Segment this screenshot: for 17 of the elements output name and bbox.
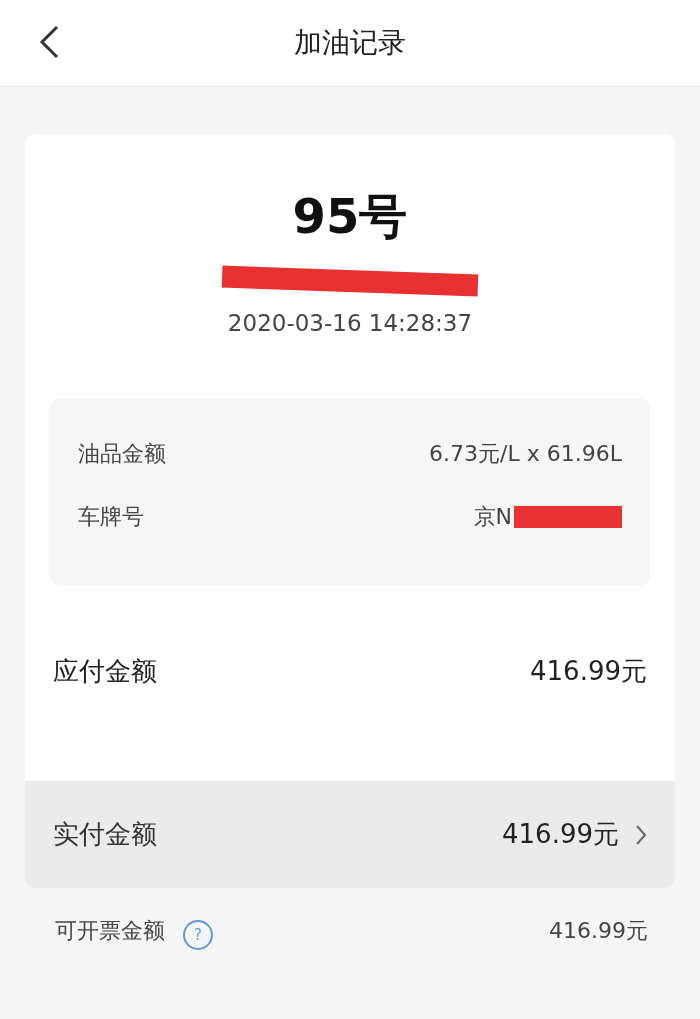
- detail-value: 6.73元/L x 61.96L: [429, 439, 622, 468]
- payable-label: 应付金额: [53, 654, 157, 688]
- paid-label: 实付金额: [53, 818, 157, 851]
- detail-label: 油品金额: [78, 439, 166, 468]
- back-icon: [38, 24, 60, 60]
- timestamp: 2020-03-16 14:28:37: [227, 310, 473, 336]
- detail-value: 京N: [473, 502, 512, 531]
- detail-label: 车牌号: [78, 502, 144, 531]
- payable-amount: 416.99元: [530, 654, 647, 688]
- invoice-label: 可开票金额: [55, 917, 165, 945]
- invoice-amount: 416.99元: [549, 917, 648, 945]
- fuel-grade: 95号: [292, 187, 408, 246]
- back-button[interactable]: [38, 24, 60, 60]
- page-title: 加油记录: [294, 25, 406, 61]
- chevron-icon: [635, 823, 647, 846]
- paid-row[interactable]: 实付金额 416.99元: [25, 781, 675, 888]
- paid-amount: 416.99元: [502, 818, 619, 851]
